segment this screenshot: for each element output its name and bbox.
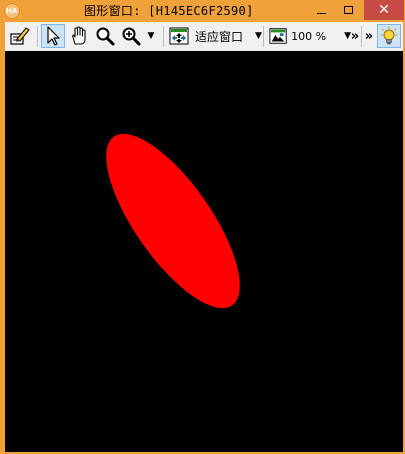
graphics-canvas[interactable] (5, 51, 403, 452)
pencil-icon (10, 27, 30, 45)
chevron-down-icon: ▼ (255, 31, 262, 41)
window-title: 图形窗口: [H145EC6F2590] (84, 4, 254, 18)
toolbar-separator (361, 26, 362, 47)
zoom-level-select[interactable]: 100 % ▼ (269, 24, 351, 48)
red-ellipse (106, 133, 240, 309)
toolbar: ▼ 适应窗口 ▼ 100 % ▼ » » (5, 22, 403, 51)
zoom-in-tool-button[interactable] (119, 24, 143, 48)
toolbar-overflow-button-2[interactable]: » (363, 24, 375, 48)
app-icon-text: HA (6, 7, 18, 15)
fit-window-label: 适应窗口 (195, 29, 244, 44)
minimize-icon (316, 12, 326, 14)
hand-icon (72, 26, 86, 45)
hint-toggle-button[interactable] (377, 24, 401, 48)
graphics-window: HA 图形窗口: [H145EC6F2590] ✕ ▼ 适应窗口 ▼ 100 %… (0, 0, 405, 454)
zoom-tool-dropdown[interactable]: ▼ (145, 24, 157, 48)
toolbar-separator (263, 26, 264, 47)
chevron-down-icon: ▼ (147, 31, 155, 41)
magnifier-icon (96, 27, 115, 46)
maximize-icon (343, 6, 353, 14)
zoom-in-icon (122, 27, 141, 46)
zoom-level-value: 100 % (291, 29, 327, 43)
overflow-icon: » (364, 28, 374, 44)
pan-tool-button[interactable] (67, 24, 91, 48)
edit-properties-button[interactable] (7, 24, 33, 48)
lightbulb-icon (380, 26, 398, 45)
pointer-tool-button[interactable] (41, 24, 65, 48)
arrow-cursor-icon (47, 26, 60, 46)
toolbar-separator (163, 26, 164, 47)
toolbar-overflow-button[interactable]: » (349, 24, 361, 48)
maximize-button[interactable] (333, 0, 363, 20)
close-icon: ✕ (378, 2, 390, 18)
title-bar[interactable]: HA 图形窗口: [H145EC6F2590] ✕ (0, 0, 405, 22)
close-button[interactable]: ✕ (364, 0, 404, 20)
app-icon[interactable]: HA (4, 3, 20, 19)
toolbar-separator (37, 26, 38, 47)
canvas-drawing (106, 133, 240, 309)
zoom-level-icon (269, 28, 287, 44)
fit-window-icon (169, 27, 189, 45)
magnify-tool-button[interactable] (93, 24, 117, 48)
overflow-icon: » (350, 28, 360, 44)
minimize-button[interactable] (306, 0, 336, 20)
